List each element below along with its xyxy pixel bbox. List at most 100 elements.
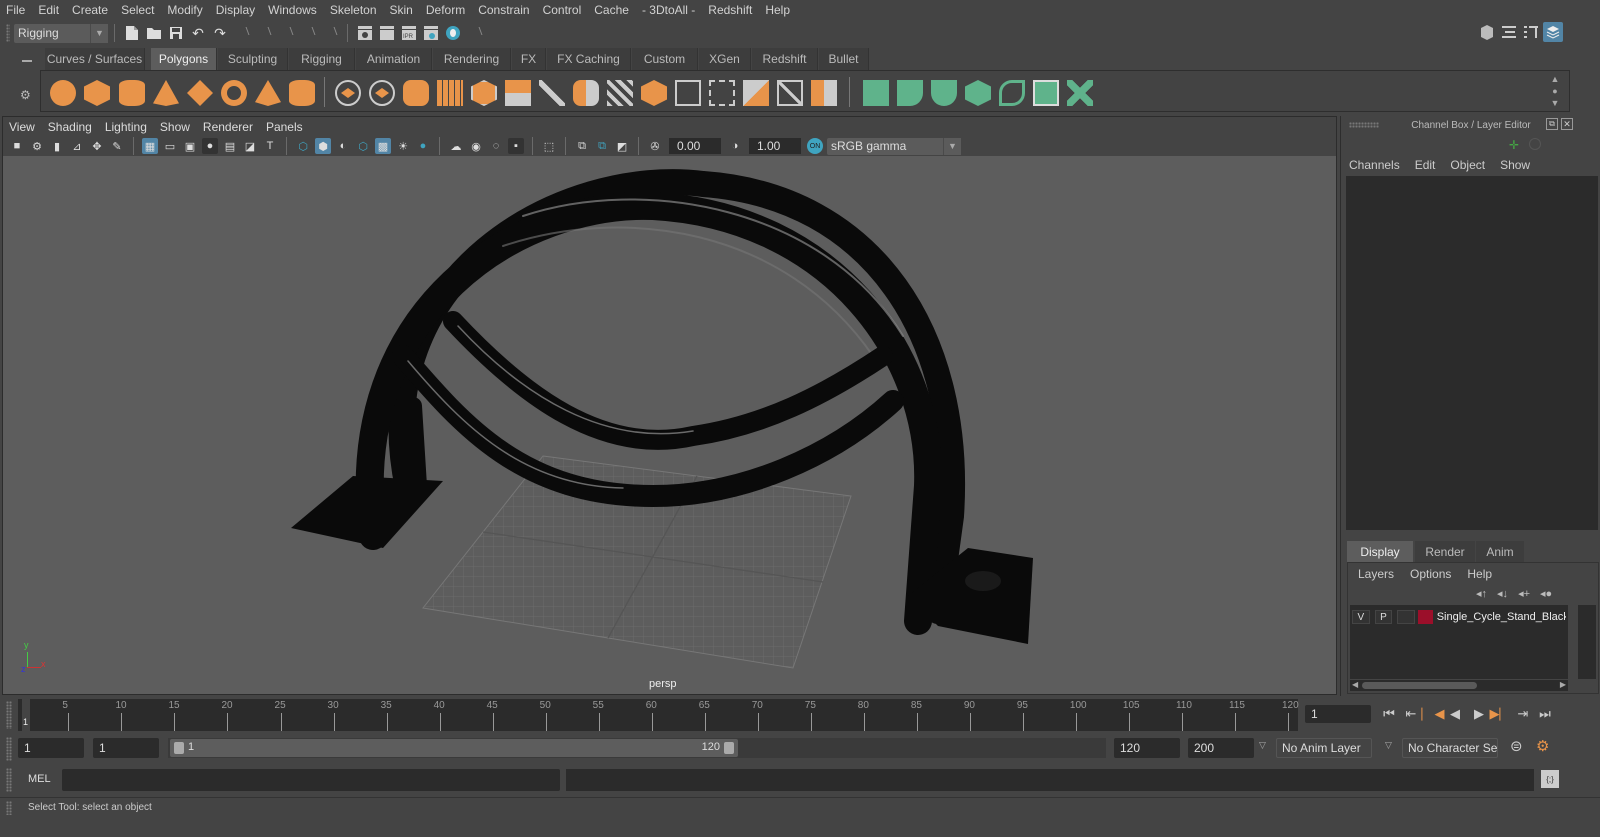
scroll-left-icon[interactable]: ◀ <box>1352 680 1358 689</box>
connect-icon[interactable] <box>607 80 633 106</box>
menu-cache[interactable]: Cache <box>594 3 629 17</box>
channel-speed-icon[interactable] <box>1529 138 1541 150</box>
vp-menu-show[interactable]: Show <box>160 120 190 134</box>
cut-uv-icon[interactable] <box>777 80 803 106</box>
uv-editor-icon[interactable] <box>675 80 701 106</box>
redshift-proxy-icon[interactable] <box>863 80 889 106</box>
redo-icon[interactable]: ↷ <box>210 23 230 43</box>
bookmark-icon[interactable]: ▮ <box>49 138 65 154</box>
anti-aliasing-icon[interactable]: ◌ <box>488 138 504 154</box>
xray-joints-icon[interactable]: ⧉ <box>594 138 610 154</box>
step-back-frame-icon[interactable]: ⎸◀ <box>1422 705 1445 723</box>
playback-start-field[interactable]: 1 <box>93 738 159 758</box>
menu-deform[interactable]: Deform <box>426 3 465 17</box>
gamma-icon[interactable]: ◑ <box>727 138 743 154</box>
layer-color-swatch[interactable] <box>1418 610 1433 624</box>
layer-tab-anim[interactable]: Anim <box>1476 541 1524 562</box>
ipr-render-icon[interactable]: IPR <box>399 23 419 43</box>
planar-mapping-icon[interactable] <box>709 80 735 106</box>
close-icon[interactable]: ✕ <box>1561 118 1573 130</box>
float-panel-icon[interactable]: ⧉ <box>1546 118 1558 130</box>
new-empty-layer-icon[interactable]: ◂+ <box>1518 587 1530 600</box>
poly-cube-icon[interactable] <box>84 80 110 106</box>
render-view-icon[interactable] <box>355 23 375 43</box>
animation-preferences-icon[interactable]: ⚙ <box>1536 737 1549 755</box>
layer-list-hscroll[interactable]: ◀ ▶ <box>1350 680 1568 691</box>
layer-menu-layers[interactable]: Layers <box>1358 567 1394 581</box>
playback-end-field[interactable]: 120 <box>1114 738 1180 758</box>
cb-menu-channels[interactable]: Channels <box>1349 158 1400 172</box>
layer-display-type-toggle[interactable] <box>1397 610 1416 624</box>
vp-menu-view[interactable]: View <box>9 120 35 134</box>
hypershade-icon[interactable] <box>443 23 463 43</box>
smooth-icon[interactable] <box>437 80 463 106</box>
shelf-tab-animation[interactable]: Animation <box>356 48 432 70</box>
shelf-scroll[interactable]: ▲ ● ▼ <box>1549 73 1561 109</box>
open-scene-icon[interactable] <box>144 23 164 43</box>
menu-3dtoall[interactable]: - 3DtoAll - <box>642 3 695 17</box>
poly-sphere-icon[interactable] <box>50 80 76 106</box>
menu-select[interactable]: Select <box>121 3 154 17</box>
camera-select-icon[interactable]: ■ <box>9 138 25 154</box>
vp-menu-lighting[interactable]: Lighting <box>105 120 147 134</box>
depth-of-field-icon[interactable]: ▪ <box>508 138 524 154</box>
shelf-tab-curves-surfaces[interactable]: Curves / Surfaces <box>45 48 145 70</box>
gate-mask-icon[interactable]: ● <box>202 138 218 154</box>
move-layer-down-icon[interactable]: ◂↓ <box>1497 587 1508 600</box>
safe-action-icon[interactable]: ◪ <box>242 138 258 154</box>
menuset-dropdown[interactable]: Rigging ▼ <box>14 23 108 43</box>
wireframe-on-shaded-icon[interactable]: ⬡ <box>355 138 371 154</box>
command-input[interactable] <box>62 769 560 791</box>
poly-plane-icon[interactable] <box>187 80 213 106</box>
gamma-field[interactable]: 1.00 <box>749 138 801 154</box>
vp-menu-shading[interactable]: Shading <box>48 120 92 134</box>
default-material-icon[interactable]: ◐ <box>335 138 351 154</box>
collapse-arrow-icon[interactable] <box>470 24 480 42</box>
view-transform-dropdown[interactable]: sRGB gamma ▼ <box>827 137 961 155</box>
menu-redshift[interactable]: Redshift <box>708 3 752 17</box>
script-language-label[interactable]: MEL <box>28 773 51 785</box>
collapse-arrow-icon[interactable] <box>259 24 269 42</box>
play-backwards-icon[interactable]: ◀ <box>1446 705 1464 723</box>
new-layer-from-selected-icon[interactable]: ◂● <box>1540 587 1552 600</box>
grid-icon[interactable]: ▦ <box>142 138 158 154</box>
separate-icon[interactable] <box>369 80 395 106</box>
isolate-select-icon[interactable]: ⬚ <box>541 138 557 154</box>
shelf-tab-polygons[interactable]: Polygons <box>151 48 217 70</box>
combine-icon[interactable] <box>335 80 361 106</box>
color-management-toggle-icon[interactable]: ON <box>807 138 823 154</box>
tool-settings-icon[interactable] <box>1521 22 1541 42</box>
range-end-handle[interactable] <box>724 742 734 754</box>
timeline-track[interactable]: 1 5 10 15 20 25 30 35 40 45 50 55 60 65 70 75 80 85 90 95 1… <box>18 699 1299 731</box>
redshift-curve-icon[interactable] <box>999 80 1025 106</box>
automatic-mapping-icon[interactable] <box>743 80 769 106</box>
menu-modify[interactable]: Modify <box>167 3 202 17</box>
channel-list[interactable] <box>1346 176 1598 530</box>
vp-menu-panels[interactable]: Panels <box>266 120 303 134</box>
cb-menu-show[interactable]: Show <box>1500 158 1530 172</box>
poly-cone-icon[interactable] <box>153 80 179 106</box>
vp-menu-renderer[interactable]: Renderer <box>203 120 253 134</box>
safe-title-icon[interactable]: T <box>262 138 278 154</box>
script-editor-icon[interactable]: {;} <box>1541 770 1559 788</box>
shelf-tab-fx-caching[interactable]: FX Caching <box>547 48 631 70</box>
smooth-shade-icon[interactable]: ⬢ <box>315 138 331 154</box>
layer-name[interactable]: Single_Cycle_Stand_Black <box>1437 611 1566 623</box>
redshift-volume-icon[interactable] <box>965 80 991 106</box>
save-scene-icon[interactable] <box>166 23 186 43</box>
range-start-handle[interactable] <box>174 742 184 754</box>
scroll-right-icon[interactable]: ▶ <box>1560 680 1566 689</box>
shadows-icon[interactable]: ● <box>415 138 431 154</box>
poly-cylinder-icon[interactable] <box>119 80 145 106</box>
screen-space-ao-icon[interactable]: ☁ <box>448 138 464 154</box>
shelf-tab-rendering[interactable]: Rendering <box>433 48 511 70</box>
layer-visibility-toggle[interactable]: V <box>1352 610 1370 624</box>
shelf-tab-xgen[interactable]: XGen <box>699 48 751 70</box>
new-scene-icon[interactable] <box>122 23 142 43</box>
shelf-tab-rigging[interactable]: Rigging <box>289 48 355 70</box>
shelf-tab-fx[interactable]: FX <box>512 48 546 70</box>
target-weld-icon[interactable] <box>573 80 599 106</box>
layer-tab-display[interactable]: Display <box>1347 541 1413 562</box>
attribute-editor-icon[interactable] <box>1499 22 1519 42</box>
image-plane-icon[interactable]: ⊿ <box>69 138 85 154</box>
